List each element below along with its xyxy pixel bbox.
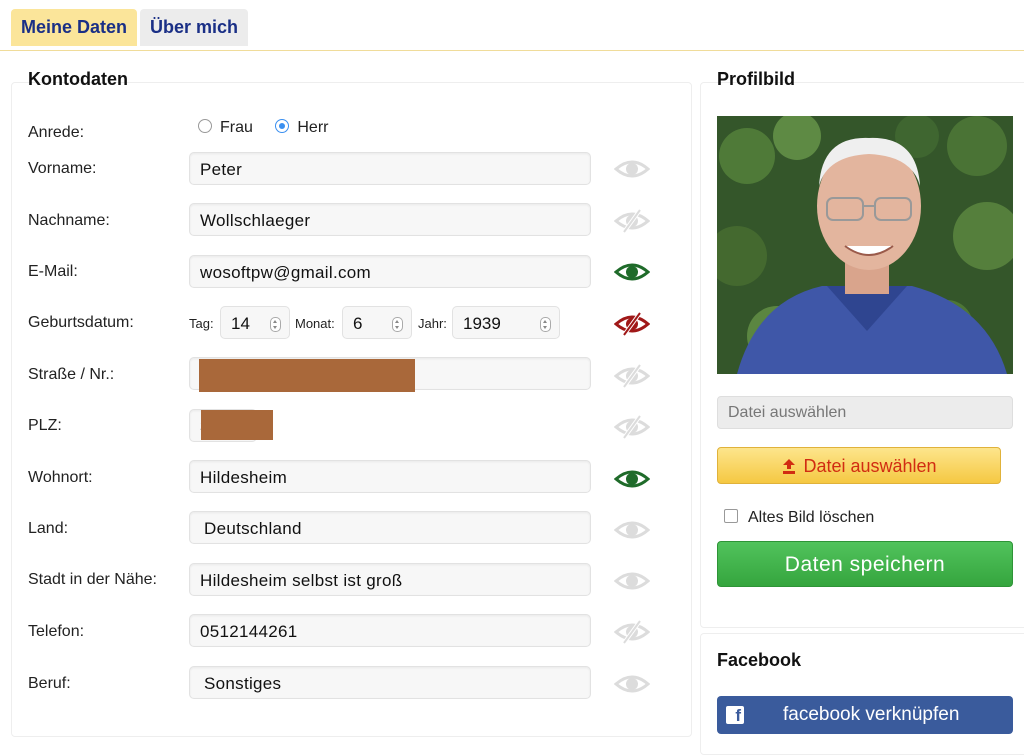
eye-slash-icon[interactable] [614,364,650,388]
delete-old-image-checkbox[interactable] [724,509,738,523]
beruf-select[interactable]: Sonstiges [189,666,591,699]
facebook-icon: f [726,706,744,725]
redaction-block [199,359,415,392]
stadt-input[interactable]: Hildesheim selbst ist groß [189,563,591,596]
tab-bar: Meine Daten Über mich [0,0,1024,51]
eye-icon[interactable] [614,467,650,491]
anrede-radio-group: Frau Herr [198,119,328,137]
tab-ueber-mich[interactable]: Über mich [140,9,249,46]
redaction-block [201,410,273,440]
wohnort-label: Wohnort: [28,469,93,486]
wohnort-input[interactable]: Hildesheim [189,460,591,493]
eye-icon[interactable] [614,518,650,542]
radio-frau[interactable]: Frau [198,119,257,136]
upload-file-button-label: Datei auswählen [803,456,937,476]
radio-herr[interactable]: Herr [275,119,328,136]
monat-value: 6 [353,314,363,333]
file-name-field[interactable]: Datei auswählen [717,396,1013,429]
tag-value: 14 [231,314,250,333]
radio-herr-circle[interactable] [275,119,290,133]
eye-slash-icon[interactable] [614,312,650,336]
land-select[interactable]: Deutschland [189,511,591,544]
facebook-connect-button[interactable]: f facebook verknüpfen [717,696,1013,734]
tag-stepper[interactable]: 14 [220,306,290,339]
eye-slash-icon[interactable] [614,620,650,644]
tab-meine-daten[interactable]: Meine Daten [11,9,138,46]
delete-old-image-row[interactable]: Altes Bild löschen [724,509,874,527]
delete-old-image-label: Altes Bild löschen [748,509,875,526]
eye-icon[interactable] [614,569,650,593]
save-data-button[interactable]: Daten speichern [717,541,1013,587]
radio-herr-label: Herr [297,119,329,136]
facebook-title: Facebook [717,650,802,670]
radio-frau-label: Frau [220,119,253,136]
jahr-stepper[interactable]: 1939 [452,306,560,339]
upload-icon [783,459,796,474]
jahr-label: Jahr: [418,316,447,331]
monat-stepper[interactable]: 6 [342,306,412,339]
eye-slash-icon[interactable] [614,209,650,233]
spinner-arrows-icon[interactable] [540,317,551,332]
geburtsdatum-label: Geburtsdatum: [28,314,134,331]
facebook-connect-label: facebook verknüpfen [783,704,960,725]
nachname-input[interactable]: Wollschlaeger [189,203,591,236]
eye-icon[interactable] [614,672,650,696]
jahr-value: 1939 [463,314,501,333]
profilbild-title: Profilbild [717,69,795,89]
email-input[interactable]: wosoftpw@gmail.com [189,255,591,288]
radio-frau-circle[interactable] [198,119,212,133]
tag-label: Tag: [189,316,214,331]
telefon-label: Telefon: [28,623,85,640]
kontodaten-title: Kontodaten [28,69,128,89]
land-label: Land: [28,520,69,537]
eye-icon[interactable] [614,260,650,284]
monat-label: Monat: [295,316,335,331]
telefon-input[interactable]: 0512144261 [189,614,591,647]
eye-slash-icon[interactable] [614,415,650,439]
plz-label: PLZ: [28,417,62,434]
vorname-label: Vorname: [28,160,97,177]
profile-photo-image [717,116,1013,374]
email-label: E-Mail: [28,263,78,280]
spinner-arrows-icon[interactable] [392,317,403,332]
profile-photo [717,116,1013,374]
spinner-arrows-icon[interactable] [270,317,281,332]
nachname-label: Nachname: [28,212,110,229]
vorname-input[interactable]: Peter [189,152,591,185]
strasse-label: Straße / Nr.: [28,366,115,383]
stadt-label: Stadt in der Nähe: [28,571,157,588]
upload-file-button[interactable]: Datei auswählen [717,447,1001,484]
beruf-label: Beruf: [28,675,71,692]
anrede-label: Anrede: [28,124,85,141]
eye-icon[interactable] [614,157,650,181]
